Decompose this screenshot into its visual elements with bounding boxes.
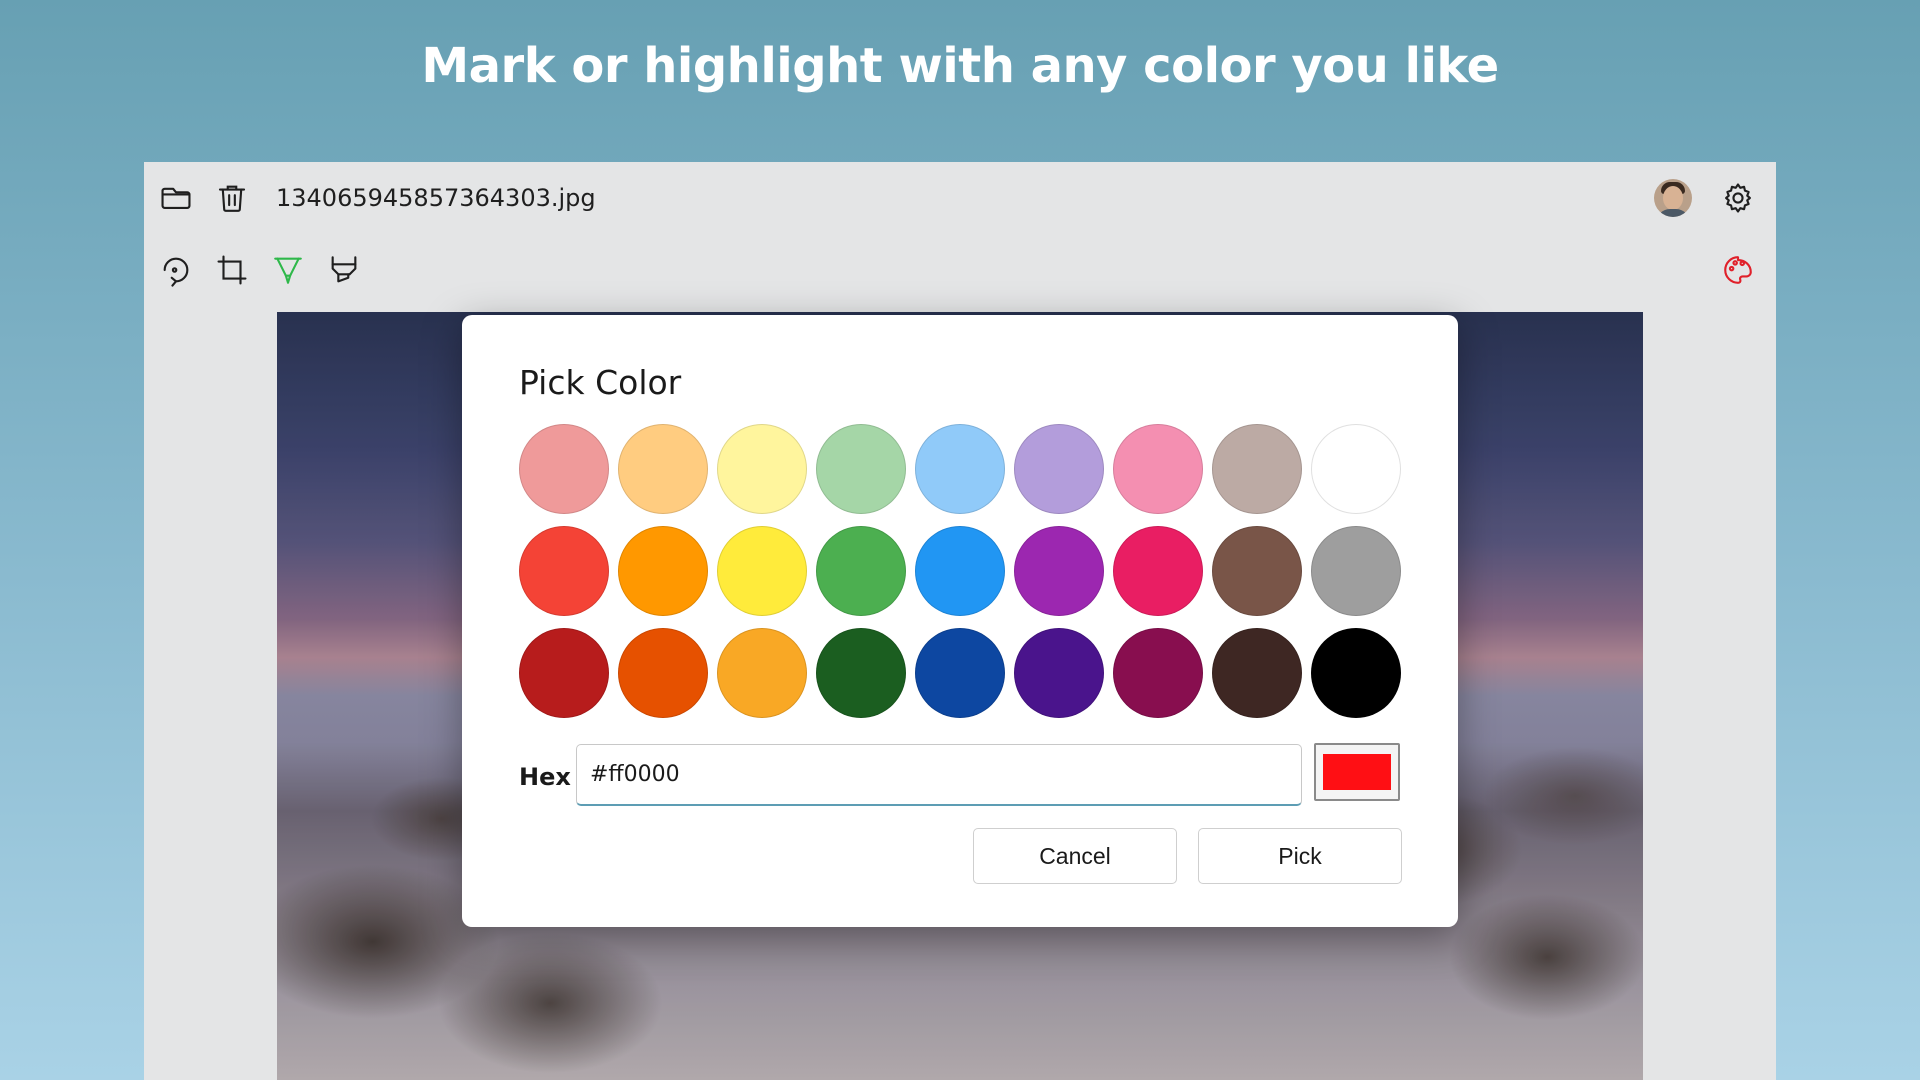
pick-color-dialog: Pick Color Hex Cancel Pick <box>462 315 1458 927</box>
cancel-button[interactable]: Cancel <box>973 828 1177 884</box>
folder-icon <box>161 187 191 209</box>
color-swatch[interactable] <box>1311 628 1401 718</box>
crop-button[interactable] <box>208 246 256 294</box>
dialog-title: Pick Color <box>519 363 682 402</box>
color-swatch[interactable] <box>1014 526 1104 616</box>
color-swatch[interactable] <box>1311 526 1401 616</box>
highlighter-button[interactable] <box>320 246 368 294</box>
color-swatch[interactable] <box>519 424 609 514</box>
top-toolbar: 134065945857364303.jpg <box>144 162 1776 234</box>
file-name: 134065945857364303.jpg <box>276 184 596 212</box>
open-folder-button[interactable] <box>152 174 200 222</box>
highlighter-icon <box>331 256 357 283</box>
palette-icon <box>1724 256 1752 284</box>
palette-button[interactable] <box>1714 246 1762 294</box>
color-swatch[interactable] <box>1212 628 1302 718</box>
headline: Mark or highlight with any color you lik… <box>421 38 1499 94</box>
hex-input[interactable] <box>576 744 1302 806</box>
color-preview-fill <box>1323 754 1391 790</box>
rotate-button[interactable] <box>152 246 200 294</box>
color-swatch[interactable] <box>1113 526 1203 616</box>
color-swatch[interactable] <box>1014 628 1104 718</box>
color-swatch[interactable] <box>816 526 906 616</box>
color-swatch[interactable] <box>618 628 708 718</box>
color-swatch[interactable] <box>915 424 1005 514</box>
color-swatch[interactable] <box>519 628 609 718</box>
color-swatch[interactable] <box>1212 424 1302 514</box>
marker-icon <box>274 257 302 284</box>
swatch-grid <box>519 424 1401 718</box>
color-swatch[interactable] <box>1311 424 1401 514</box>
gear-icon <box>1725 183 1751 213</box>
delete-button[interactable] <box>208 174 256 222</box>
edit-toolbar <box>144 234 1776 306</box>
color-swatch[interactable] <box>816 424 906 514</box>
avatar[interactable] <box>1654 179 1692 217</box>
trash-icon <box>218 185 246 212</box>
color-swatch[interactable] <box>717 526 807 616</box>
color-swatch[interactable] <box>1212 526 1302 616</box>
color-swatch[interactable] <box>1113 628 1203 718</box>
rotate-icon <box>163 257 189 287</box>
color-preview <box>1314 743 1400 801</box>
settings-button[interactable] <box>1714 174 1762 222</box>
color-swatch[interactable] <box>717 628 807 718</box>
color-swatch[interactable] <box>915 526 1005 616</box>
color-swatch[interactable] <box>618 526 708 616</box>
color-swatch[interactable] <box>915 628 1005 718</box>
color-swatch[interactable] <box>519 526 609 616</box>
pick-button[interactable]: Pick <box>1198 828 1402 884</box>
color-swatch[interactable] <box>1014 424 1104 514</box>
color-swatch[interactable] <box>1113 424 1203 514</box>
color-swatch[interactable] <box>618 424 708 514</box>
marker-button[interactable] <box>264 246 312 294</box>
color-swatch[interactable] <box>816 628 906 718</box>
crop-icon <box>217 255 247 285</box>
color-swatch[interactable] <box>717 424 807 514</box>
hex-label: Hex <box>519 763 571 791</box>
